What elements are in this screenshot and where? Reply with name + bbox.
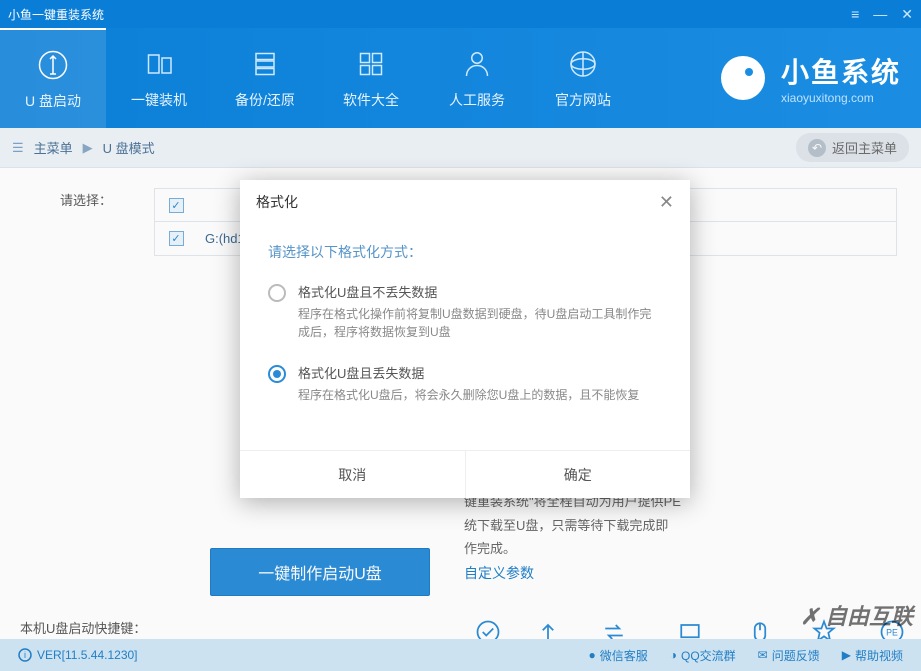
server-icon <box>247 46 283 82</box>
menu-icon[interactable]: ≡ <box>851 6 859 23</box>
person-icon <box>459 46 495 82</box>
nav-backup-restore[interactable]: 备份/还原 <box>212 28 318 128</box>
minimize-icon[interactable]: — <box>873 6 887 23</box>
globe-icon <box>565 46 601 82</box>
usb-icon <box>35 47 71 83</box>
option-keep-data[interactable]: 格式化U盘且不丢失数据 程序在格式化操作前将复制U盘数据到硬盘，待U盘启动工具制… <box>268 282 662 341</box>
nav-software[interactable]: 软件大全 <box>318 28 424 128</box>
option-lose-data[interactable]: 格式化U盘且丢失数据 程序在格式化U盘后，将会永久删除您U盘上的数据，且不能恢复 <box>268 363 662 404</box>
radio-selected-icon[interactable] <box>268 365 286 383</box>
nav-onekey-install[interactable]: 一键装机 <box>106 28 212 128</box>
ok-button[interactable]: 确定 <box>465 451 691 498</box>
radio-unselected-icon[interactable] <box>268 284 286 302</box>
format-modal: 格式化 ✕ 请选择以下格式化方式： 格式化U盘且不丢失数据 程序在格式化操作前将… <box>240 180 690 498</box>
modal-title: 格式化 <box>256 192 298 212</box>
cancel-button[interactable]: 取消 <box>240 451 465 498</box>
computer-icon <box>141 46 177 82</box>
nav-website[interactable]: 官方网站 <box>530 28 636 128</box>
titlebar: 小鱼一键重装系统 ≡ — ✕ <box>0 0 921 28</box>
fish-icon <box>715 50 771 106</box>
top-nav: U 盘启动 一键装机 备份/还原 软件大全 人工服务 官方网站 小鱼系统 xia… <box>0 28 921 128</box>
brand-logo: 小鱼系统 xiaoyuxitong.com <box>636 50 921 106</box>
nav-support[interactable]: 人工服务 <box>424 28 530 128</box>
nav-usb-boot[interactable]: U 盘启动 <box>0 28 106 128</box>
close-icon[interactable]: ✕ <box>901 6 913 23</box>
grid-icon <box>353 46 389 82</box>
modal-prompt: 请选择以下格式化方式： <box>268 242 662 262</box>
app-title: 小鱼一键重装系统 <box>8 6 104 23</box>
modal-close-icon[interactable]: ✕ <box>659 192 674 213</box>
